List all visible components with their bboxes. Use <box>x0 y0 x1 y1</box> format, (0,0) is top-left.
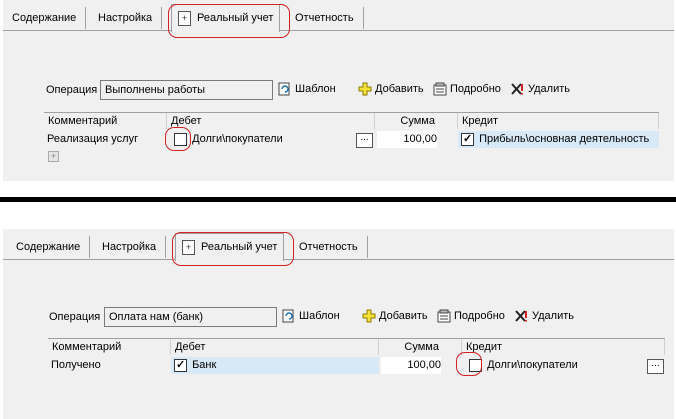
col-comment[interactable]: Комментарий <box>44 113 167 129</box>
credit-account: Прибыль\основная деятельность <box>479 133 650 145</box>
credit-ellipsis-button[interactable]: ... <box>647 359 664 374</box>
row-amount[interactable]: 100,00 <box>381 357 441 374</box>
row-debit[interactable]: Банк <box>171 357 379 374</box>
tab-settings[interactable]: Настройка <box>93 236 167 258</box>
tab-label: Настройка <box>98 12 153 24</box>
tab-label: Отчетность <box>295 12 354 24</box>
credit-checkbox[interactable] <box>461 131 474 148</box>
details-button[interactable]: Подробно <box>433 82 501 96</box>
template-button[interactable]: Шаблон <box>278 82 336 96</box>
row-comment[interactable]: Получено <box>48 357 171 374</box>
debit-ellipsis-button[interactable]: ... <box>356 133 373 148</box>
plus-icon <box>362 309 376 323</box>
highlight-oval <box>456 352 482 376</box>
refresh-template-icon <box>278 82 292 96</box>
tab-bar: Содержание Настройка + Реальный учет Отче… <box>3 0 674 32</box>
details-label: Подробно <box>454 310 505 322</box>
highlight-oval <box>168 4 290 38</box>
tab-reports[interactable]: Отчетность <box>290 236 368 258</box>
tab-bar: Содержание Настройка + Реальный учет Отче… <box>3 229 674 261</box>
row-debit[interactable]: Долги\покупатели <box>167 131 375 148</box>
add-button[interactable]: Добавить <box>362 309 428 323</box>
template-label: Шаблон <box>299 310 340 322</box>
col-comment[interactable]: Комментарий <box>48 339 171 355</box>
operation-label: Операция <box>46 84 98 96</box>
tab-content[interactable]: Содержание <box>3 7 87 29</box>
highlight-oval <box>172 232 294 266</box>
col-debit[interactable]: Дебет <box>171 339 379 355</box>
operation-field[interactable]: Выполнены работы <box>100 80 273 100</box>
template-label: Шаблон <box>295 83 336 95</box>
add-row-icon[interactable]: + <box>48 151 59 162</box>
row-amount[interactable]: 100,00 <box>377 131 437 148</box>
row-credit[interactable]: Прибыль\основная деятельность <box>458 131 659 148</box>
credit-account: Долги\покупатели <box>487 359 578 371</box>
add-button[interactable]: Добавить <box>358 82 424 96</box>
panel-top: Содержание Настройка + Реальный учет Отче… <box>3 0 674 181</box>
plus-icon <box>358 82 372 96</box>
details-icon <box>433 82 447 96</box>
tab-label: Настройка <box>102 241 157 253</box>
delete-button[interactable]: Удалить <box>515 309 574 323</box>
delete-icon <box>515 309 529 323</box>
delete-label: Удалить <box>528 83 570 95</box>
delete-icon <box>511 82 525 96</box>
entries-table: Комментарий Дебет Сумма Кредит Получено … <box>48 338 665 379</box>
debit-checkbox[interactable] <box>174 357 187 374</box>
row-credit[interactable]: Долги\покупатели <box>462 357 665 374</box>
col-debit[interactable]: Дебет <box>167 113 375 129</box>
template-button[interactable]: Шаблон <box>282 309 340 323</box>
debit-account: Долги\покупатели <box>192 133 283 145</box>
col-credit[interactable]: Кредит <box>458 113 659 129</box>
add-label: Добавить <box>379 310 428 322</box>
col-credit[interactable]: Кредит <box>462 339 665 355</box>
tab-label: Содержание <box>16 241 81 253</box>
highlight-oval <box>165 127 191 151</box>
operation-field[interactable]: Оплата нам (банк) <box>104 307 277 327</box>
debit-account: Банк <box>192 359 217 371</box>
add-label: Добавить <box>375 83 424 95</box>
row-comment[interactable]: Реализация услуг <box>44 131 167 148</box>
delete-label: Удалить <box>532 310 574 322</box>
col-amount[interactable]: Сумма <box>379 339 462 355</box>
tab-content[interactable]: Содержание <box>7 236 91 258</box>
details-label: Подробно <box>450 83 501 95</box>
tab-label: Содержание <box>12 12 77 24</box>
tab-label: Отчетность <box>299 241 358 253</box>
separator-bar <box>0 197 676 202</box>
entries-table: Комментарий Дебет Сумма Кредит Реализаци… <box>44 112 659 162</box>
refresh-template-icon <box>282 309 296 323</box>
panel-bottom: Содержание Настройка + Реальный учет Отче… <box>3 229 674 419</box>
details-button[interactable]: Подробно <box>437 309 505 323</box>
tab-settings[interactable]: Настройка <box>89 7 163 29</box>
col-amount[interactable]: Сумма <box>375 113 458 129</box>
delete-button[interactable]: Удалить <box>511 82 570 96</box>
details-icon <box>437 309 451 323</box>
operation-label: Операция <box>49 311 101 323</box>
tab-reports[interactable]: Отчетность <box>286 7 364 29</box>
